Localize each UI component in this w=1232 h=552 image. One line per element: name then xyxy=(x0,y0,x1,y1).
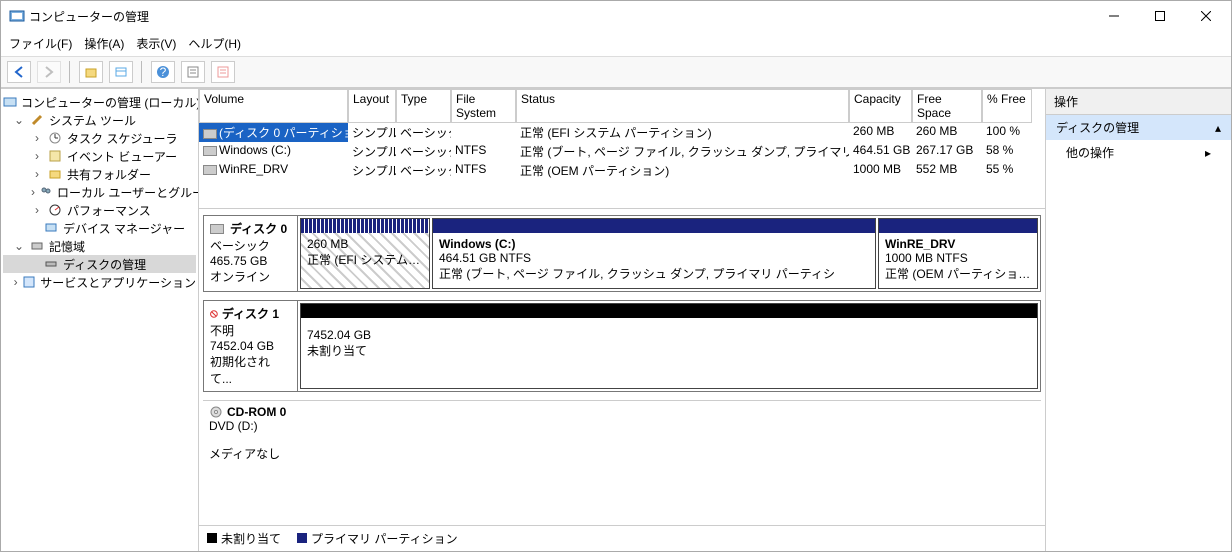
menubar: ファイル(F) 操作(A) 表示(V) ヘルプ(H) xyxy=(1,31,1231,57)
menu-action[interactable]: 操作(A) xyxy=(84,35,124,52)
tree-disk-management[interactable]: ディスクの管理 xyxy=(3,255,196,273)
warning-icon: ⦸ xyxy=(210,306,218,321)
tree-system-tools[interactable]: ⌄ システム ツール xyxy=(3,111,196,129)
chevron-right-icon[interactable]: › xyxy=(31,186,35,198)
disk-info[interactable]: ⦸ディスク 1 不明 7452.04 GB 初期化されて... xyxy=(204,301,298,391)
cd-icon xyxy=(209,405,223,419)
chevron-right-icon[interactable]: › xyxy=(31,168,43,180)
partition-unallocated[interactable]: 7452.04 GB 未割り当て xyxy=(300,303,1038,389)
back-button[interactable] xyxy=(7,61,31,83)
close-button[interactable] xyxy=(1183,1,1229,31)
help-button[interactable]: ? xyxy=(151,61,175,83)
titlebar: コンピューターの管理 xyxy=(1,1,1231,31)
menu-help[interactable]: ヘルプ(H) xyxy=(188,35,241,52)
tree-task-scheduler[interactable]: › タスク スケジューラ xyxy=(3,129,196,147)
legend-unallocated-label: 未割り当て xyxy=(221,532,281,546)
action-header: 操作 xyxy=(1046,89,1231,115)
drive-icon xyxy=(203,165,217,175)
tree-device-manager[interactable]: デバイス マネージャー xyxy=(3,219,196,237)
up-button[interactable] xyxy=(79,61,103,83)
chevron-right-icon[interactable]: › xyxy=(13,276,18,288)
drive-icon xyxy=(210,224,224,234)
partition[interactable]: WinRE_DRV 1000 MB NTFS 正常 (OEM パーティション) xyxy=(878,218,1038,289)
tree-shared-folders[interactable]: › 共有フォルダー xyxy=(3,165,196,183)
volume-table[interactable]: Volume Layout Type File System Status Ca… xyxy=(199,89,1045,209)
minimize-button[interactable] xyxy=(1091,1,1137,31)
maximize-button[interactable] xyxy=(1137,1,1183,31)
menu-view[interactable]: 表示(V) xyxy=(136,35,176,52)
tree-event-viewer[interactable]: › イベント ビューアー xyxy=(3,147,196,165)
disk-row[interactable]: ⦸ディスク 1 不明 7452.04 GB 初期化されて... 7452.04 … xyxy=(203,300,1041,392)
chevron-right-icon[interactable]: › xyxy=(31,204,43,216)
forward-button[interactable] xyxy=(37,61,61,83)
partition[interactable]: Windows (C:) 464.51 GB NTFS 正常 (ブート, ページ… xyxy=(432,218,876,289)
legend-unallocated-swatch xyxy=(207,533,217,543)
disk-info[interactable]: ディスク 0 ベーシック 465.75 GB オンライン xyxy=(204,216,298,291)
action-other-ops[interactable]: 他の操作 ▸ xyxy=(1046,140,1231,165)
col-status[interactable]: Status xyxy=(516,89,849,123)
action-section[interactable]: ディスクの管理 ▴ xyxy=(1046,115,1231,140)
app-icon xyxy=(9,8,25,24)
tree-services-apps[interactable]: › サービスとアプリケーション xyxy=(3,273,196,291)
tree-storage[interactable]: ⌄ 記憶域 xyxy=(3,237,196,255)
app-title: コンピューターの管理 xyxy=(29,8,149,25)
disk-row[interactable]: ディスク 0 ベーシック 465.75 GB オンライン 260 MB 正常 (… xyxy=(203,215,1041,292)
disk-icon xyxy=(43,256,59,272)
center-pane: Volume Layout Type File System Status Ca… xyxy=(199,89,1046,551)
tree-performance[interactable]: › パフォーマンス xyxy=(3,201,196,219)
clock-icon xyxy=(47,130,63,146)
tools-icon xyxy=(29,112,45,128)
col-type[interactable]: Type xyxy=(396,89,451,123)
tree-root-label: コンピューターの管理 (ローカル) xyxy=(21,94,199,111)
svg-text:?: ? xyxy=(160,65,167,79)
col-free[interactable]: Free Space xyxy=(912,89,982,123)
main-area: コンピューターの管理 (ローカル) ⌄ システム ツール › タスク スケジュー… xyxy=(1,88,1231,551)
chevron-down-icon[interactable]: ⌄ xyxy=(13,114,25,126)
tree-root[interactable]: コンピューターの管理 (ローカル) xyxy=(3,93,196,111)
col-pfree[interactable]: % Free xyxy=(982,89,1032,123)
folder-icon xyxy=(47,166,63,182)
legend-primary-swatch xyxy=(297,533,307,543)
toolbar: ? xyxy=(1,57,1231,88)
table-row[interactable]: WinRE_DRV シンプル ベーシック NTFS 正常 (OEM パーティショ… xyxy=(199,161,1045,180)
device-icon xyxy=(43,220,59,236)
props-button[interactable] xyxy=(181,61,205,83)
drive-icon xyxy=(203,146,217,156)
table-row[interactable]: Windows (C:) シンプル ベーシック NTFS 正常 (ブート, ペー… xyxy=(199,142,1045,161)
list-button[interactable] xyxy=(211,61,235,83)
storage-icon xyxy=(29,238,45,254)
chevron-right-icon[interactable]: › xyxy=(31,132,43,144)
users-icon xyxy=(39,184,53,200)
chevron-right-icon: ▸ xyxy=(1205,146,1211,160)
chevron-down-icon[interactable]: ⌄ xyxy=(13,240,25,252)
services-icon xyxy=(22,274,36,290)
disk-row[interactable]: CD-ROM 0 DVD (D:) メディアなし xyxy=(203,400,1041,510)
partition[interactable]: 260 MB 正常 (EFI システム パーテ xyxy=(300,218,430,289)
disk-info[interactable]: CD-ROM 0 DVD (D:) メディアなし xyxy=(203,401,297,510)
col-volume[interactable]: Volume xyxy=(199,89,348,123)
tree-pane[interactable]: コンピューターの管理 (ローカル) ⌄ システム ツール › タスク スケジュー… xyxy=(1,89,199,551)
drive-icon xyxy=(203,129,217,139)
chevron-right-icon[interactable]: › xyxy=(31,150,43,162)
collapse-icon[interactable]: ▴ xyxy=(1215,121,1221,135)
legend-primary-label: プライマリ パーティション xyxy=(311,532,458,546)
legend: 未割り当て プライマリ パーティション xyxy=(199,525,1045,551)
tree-local-users[interactable]: › ローカル ユーザーとグループ xyxy=(3,183,196,201)
perf-icon xyxy=(47,202,63,218)
refresh-button[interactable] xyxy=(109,61,133,83)
table-header[interactable]: Volume Layout Type File System Status Ca… xyxy=(199,89,1045,123)
graphical-view: ディスク 0 ベーシック 465.75 GB オンライン 260 MB 正常 (… xyxy=(199,209,1045,525)
computer-icon xyxy=(3,94,17,110)
col-fs[interactable]: File System xyxy=(451,89,516,123)
table-row[interactable]: (ディスク 0 パーティション 1) シンプル ベーシック 正常 (EFI シス… xyxy=(199,123,1045,142)
col-layout[interactable]: Layout xyxy=(348,89,396,123)
event-icon xyxy=(47,148,63,164)
menu-file[interactable]: ファイル(F) xyxy=(9,35,72,52)
action-pane: 操作 ディスクの管理 ▴ 他の操作 ▸ xyxy=(1046,89,1231,551)
col-capacity[interactable]: Capacity xyxy=(849,89,912,123)
